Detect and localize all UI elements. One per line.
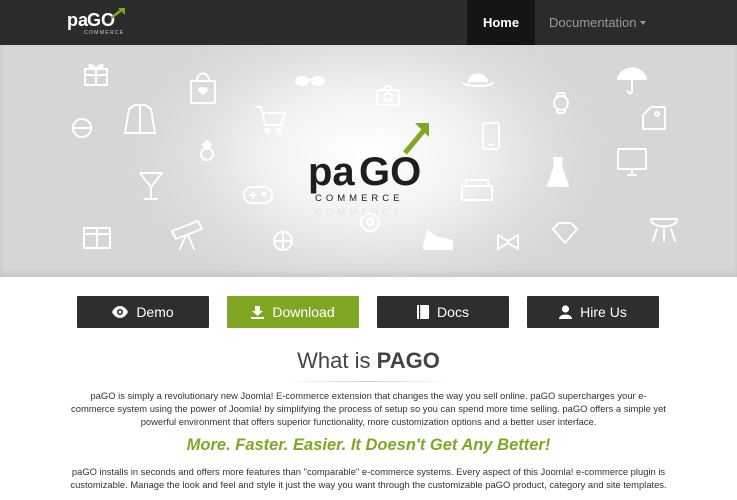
page-title-prefix: What is <box>297 348 371 373</box>
top-navbar: pa GO COMMERCE Home Documentation <box>0 0 737 45</box>
game-controller-icon <box>243 186 273 204</box>
shopping-bag-icon <box>190 72 216 104</box>
docs-button[interactable]: Docs <box>377 296 509 328</box>
demo-button[interactable]: Demo <box>77 296 209 328</box>
generic-round-icon <box>72 118 92 138</box>
telescope-icon <box>171 220 203 250</box>
nav-home-link[interactable]: Home <box>467 0 535 45</box>
hire-us-button-label: Hire Us <box>580 304 627 320</box>
page-title: What is PAGO <box>0 348 737 374</box>
gift-box-icon <box>83 227 111 249</box>
svg-text:pa: pa <box>67 10 89 30</box>
phone-icon <box>482 122 500 150</box>
chevron-down-icon <box>640 20 647 25</box>
pago-logo[interactable]: pa GO COMMERCE <box>67 8 129 36</box>
diamond-ring-icon <box>200 140 214 161</box>
hire-us-button[interactable]: Hire Us <box>527 296 659 328</box>
download-button[interactable]: Download <box>227 296 359 328</box>
watch-icon <box>553 92 569 114</box>
eye-icon <box>112 306 129 318</box>
basketball-icon <box>273 231 293 251</box>
user-icon <box>559 305 573 319</box>
intro-paragraph: paGO is simply a revolutionary new Jooml… <box>71 390 666 427</box>
camera-icon <box>376 85 400 106</box>
svg-text:COMMERCE: COMMERCE <box>84 30 124 36</box>
jacket-icon <box>124 104 156 134</box>
svg-text:GO: GO <box>359 150 421 194</box>
page-title-bold: PAGO <box>376 348 440 373</box>
barbecue-icon <box>650 218 678 242</box>
svg-text:GO: GO <box>87 10 115 30</box>
svg-text:COMMERCE: COMMERCE <box>315 207 403 218</box>
monitor-icon <box>617 148 647 176</box>
title-divider <box>288 381 448 382</box>
gift-icon <box>84 63 108 86</box>
download-icon <box>251 305 265 319</box>
docs-button-label: Docs <box>437 304 469 320</box>
sunglasses-icon <box>295 76 325 86</box>
price-tag-icon <box>642 106 666 130</box>
dress-icon <box>547 157 569 187</box>
pago-hero-logo: pa GO COMMERCE COMMERCE <box>308 123 429 218</box>
svg-text:COMMERCE: COMMERCE <box>315 193 403 204</box>
features-paragraph: paGO installs in seconds and offers more… <box>70 466 667 490</box>
nav-documentation-dropdown[interactable]: Documentation <box>549 0 647 45</box>
download-button-label: Download <box>272 304 335 320</box>
svg-text:pa: pa <box>308 150 355 194</box>
hat-icon <box>462 73 494 87</box>
cocktail-icon <box>139 172 163 200</box>
book-icon <box>417 305 430 319</box>
hero-banner: pa GO COMMERCE COMMERCE <box>0 45 737 277</box>
demo-button-label: Demo <box>136 304 174 320</box>
nav-documentation-label: Documentation <box>549 15 637 30</box>
umbrella-icon <box>617 67 647 95</box>
couch-icon <box>461 179 493 201</box>
diamond-icon <box>552 222 578 244</box>
shopping-cart-icon <box>255 106 286 134</box>
bow-tie-icon <box>497 234 519 250</box>
tagline: More. Faster. Easier. It Doesn't Get Any… <box>186 436 551 454</box>
shoe-icon <box>423 230 453 250</box>
